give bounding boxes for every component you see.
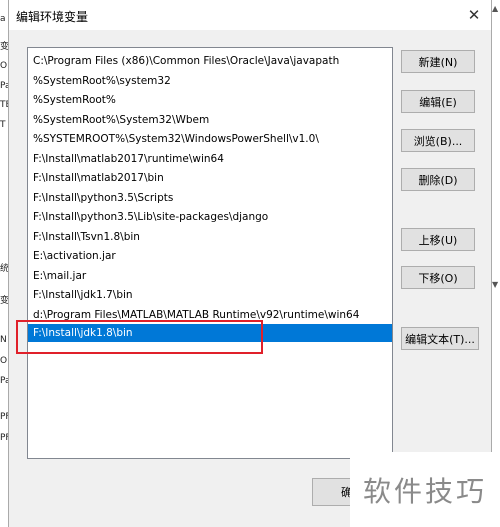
scroll-down-arrow-icon: ▼ [492, 280, 499, 289]
browse-button[interactable]: 浏览(B)... [401, 129, 475, 152]
delete-button[interactable]: 删除(D) [401, 168, 475, 191]
list-item[interactable]: F:\Install\python3.5\Lib\site-packages\d… [28, 208, 392, 226]
bg-fragment: T [0, 120, 6, 130]
list-item[interactable]: %SYSTEMROOT%\System32\WindowsPowerShell\… [28, 130, 392, 148]
dialog-titlebar: 编辑环境变量 ✕ [9, 0, 491, 30]
edit-button[interactable]: 编辑(E) [401, 90, 475, 113]
bg-fragment: a [0, 14, 6, 24]
bg-fragment: N [0, 335, 7, 345]
list-item[interactable]: F:\Install\python3.5\Scripts [28, 189, 392, 207]
close-button[interactable]: ✕ [457, 0, 491, 30]
ok-button[interactable]: 确 [312, 478, 352, 506]
list-item[interactable]: F:\Install\matlab2017\runtime\win64 [28, 150, 392, 168]
bg-fragment: O [0, 356, 8, 366]
list-item[interactable]: %SystemRoot%\system32 [28, 72, 392, 90]
dialog-title: 编辑环境变量 [16, 10, 89, 24]
list-item-selected[interactable]: F:\Install\jdk1.8\bin [28, 324, 392, 342]
move-up-button[interactable]: 上移(U) [401, 228, 475, 251]
list-item[interactable]: E:\activation.jar [28, 247, 392, 265]
bg-fragment: O [0, 61, 8, 71]
list-item[interactable]: C:\Program Files (x86)\Common Files\Orac… [28, 52, 392, 70]
list-item[interactable]: d:\Program Files\MATLAB\MATLAB Runtime\v… [28, 306, 392, 324]
scroll-up-arrow-icon: ▲ [492, 4, 499, 13]
list-item[interactable]: %SystemRoot% [28, 91, 392, 109]
path-list[interactable]: C:\Program Files (x86)\Common Files\Orac… [27, 47, 393, 459]
list-item[interactable]: F:\Install\matlab2017\bin [28, 169, 392, 187]
list-item[interactable]: E:\mail.jar [28, 267, 392, 285]
list-item[interactable]: F:\Install\jdk1.7\bin [28, 286, 392, 304]
edit-text-button[interactable]: 编辑文本(T)... [401, 327, 479, 350]
move-down-button[interactable]: 下移(O) [401, 266, 475, 289]
close-icon: ✕ [467, 6, 481, 24]
watermark-text: 软件技巧 [350, 452, 500, 527]
edit-env-variable-dialog: 编辑环境变量 ✕ C:\Program Files (x86)\Common F… [8, 0, 492, 527]
list-item[interactable]: F:\Install\Tsvn1.8\bin [28, 228, 392, 246]
new-button[interactable]: 新建(N) [401, 50, 475, 73]
list-item[interactable]: %SystemRoot%\System32\Wbem [28, 111, 392, 129]
